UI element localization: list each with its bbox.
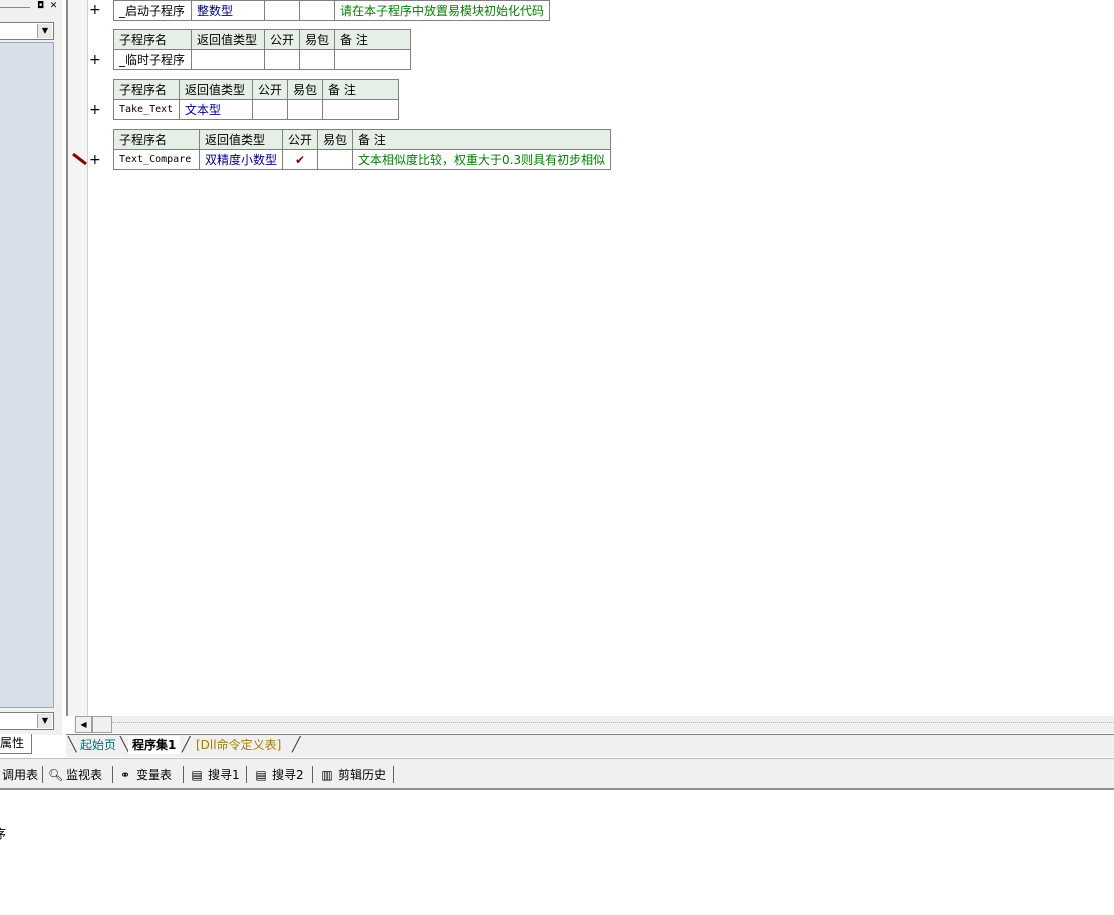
header-note: 备 注 [334,29,412,50]
property-combobox[interactable]: ▼ [0,712,54,730]
table-header-row: 子程序名 返回值类型 公开 易包 备 注 [113,79,400,100]
expand-button[interactable]: + [89,103,101,117]
chevron-down-icon[interactable]: ▼ [37,714,52,728]
horizontal-scrollbar[interactable]: ◀ [74,716,1114,733]
header-easy-pkg: 易包 [317,129,354,150]
variables-label: 变量表 [136,768,173,782]
note-cell[interactable] [334,49,412,70]
header-public: 公开 [251,79,289,100]
editor-gutter [66,0,88,716]
easy-pkg-cell[interactable] [287,99,324,120]
toolbar-separator [393,766,394,783]
sub-name-cell[interactable]: Text_Compare [113,149,200,170]
output-panel[interactable]: 序 [0,790,1114,915]
return-type-cell[interactable]: 整数型 [191,0,265,21]
sub-name-cell[interactable]: Take_Text [113,99,180,120]
easy-pkg-cell[interactable] [299,49,336,70]
toolbar-separator [183,766,184,783]
public-cell[interactable] [264,0,300,21]
header-note: 备 注 [352,129,612,150]
table-row[interactable]: Text_Compare 双精度小数型 ✔ 文本相似度比较，权重大于0.3则具有… [113,149,612,170]
header-sub-name: 子程序名 [113,29,192,50]
call-table-button[interactable]: 调用表 [2,766,38,784]
left-panel: ◘ ✕ ▼ ▼ 属性 [0,0,62,754]
header-return-type: 返回值类型 [191,29,265,50]
header-return-type: 返回值类型 [179,79,253,100]
return-type-cell[interactable]: 文本型 [179,99,253,120]
clipboard-history-button[interactable]: ▥ 剪辑历史 [320,766,386,784]
header-public: 公开 [263,29,301,50]
search-doc-icon: ▤ [191,768,203,782]
header-note: 备 注 [322,79,400,100]
table-row[interactable]: _临时子程序 [113,49,412,70]
variables-button[interactable]: ⚭ 变量表 [118,766,172,784]
magnifier-icon: 🔍︎ [48,768,64,782]
subroutine-table: _启动子程序 整数型 请在本子程序中放置易模块初始化代码 [113,0,551,21]
note-cell[interactable]: 请在本子程序中放置易模块初始化代码 [333,0,551,21]
note-cell[interactable]: 文本相似度比较，权重大于0.3则具有初步相似 [352,149,612,170]
table-header-row: 子程序名 返回值类型 公开 易包 备 注 [113,29,412,50]
call-table-label: 调用表 [2,768,39,782]
watch-table-button[interactable]: 🔍︎ 监视表 [48,766,102,784]
table-row[interactable]: _启动子程序 整数型 请在本子程序中放置易模块初始化代码 [113,0,551,21]
public-cell[interactable] [251,99,289,120]
expand-button[interactable]: + [89,53,101,67]
table-row[interactable]: Take_Text 文本型 [113,99,400,120]
header-easy-pkg: 易包 [299,29,336,50]
tab-separator: ╱ [182,737,191,753]
toolbar-separator [112,766,113,783]
left-panel-titlebar: ◘ ✕ [0,0,62,16]
header-easy-pkg: 易包 [287,79,324,100]
editor-tabbar: ╲ 起始页 ╲ 程序集1 ╱ [Dll命令定义表] ╱ [66,734,1114,757]
search1-label: 搜寻1 [208,768,240,782]
bottom-toolbar: 调用表 🔍︎ 监视表 ⚭ 变量表 ▤ 搜寻1 ▤ 搜寻2 ▥ 剪辑历史 [0,758,1114,790]
subroutine-table: 子程序名 返回值类型 公开 易包 备 注 _临时子程序 [113,29,412,70]
sub-name-cell[interactable]: _临时子程序 [113,49,192,70]
expand-button[interactable]: + [89,153,101,167]
search2-button[interactable]: ▤ 搜寻2 [254,766,304,784]
search1-button[interactable]: ▤ 搜寻1 [190,766,240,784]
clipboard-history-icon: ▥ [321,768,333,782]
subroutine-table: 子程序名 返回值类型 公开 易包 备 注 Take_Text 文本型 [113,79,400,120]
tab-properties[interactable]: 属性 [0,734,32,754]
variables-icon: ⚭ [119,768,131,782]
scroll-left-icon[interactable]: ◀ [75,716,92,733]
tab-start-page[interactable]: 起始页 [76,736,120,754]
header-public: 公开 [282,129,319,150]
chevron-down-icon[interactable]: ▼ [37,24,52,38]
tab-separator: ╱ [292,737,301,753]
search2-label: 搜寻2 [272,768,304,782]
return-type-cell[interactable] [191,49,265,70]
property-tree[interactable] [0,42,54,708]
tab-dll-table[interactable]: [Dll命令定义表] [192,736,285,754]
toolbar-separator [246,766,247,783]
easy-pkg-cell[interactable] [317,149,354,170]
toolbar-separator [312,766,313,783]
sub-name-cell[interactable]: _启动子程序 [113,0,192,21]
watch-table-label: 监视表 [66,768,103,782]
note-cell[interactable] [322,99,400,120]
close-icon[interactable]: ✕ [48,1,59,12]
object-combobox[interactable]: ▼ [0,22,54,40]
subroutine-table: 子程序名 返回值类型 公开 易包 备 注 Text_Compare 双精度小数型… [113,129,612,170]
return-type-cell[interactable]: 双精度小数型 [198,149,284,170]
scroll-thumb[interactable] [92,716,112,733]
restore-icon[interactable]: ◘ [35,1,46,12]
search-doc-icon: ▤ [255,768,267,782]
header-sub-name: 子程序名 [113,79,180,100]
tab-program-set[interactable]: 程序集1 [128,736,181,754]
toolbar-separator [42,766,43,783]
pencil-icon [72,153,87,165]
expand-button[interactable]: + [89,3,101,17]
easy-pkg-cell[interactable] [299,0,335,21]
public-checkmark-icon[interactable]: ✔ [282,149,319,170]
table-header-row: 子程序名 返回值类型 公开 易包 备 注 [113,129,612,150]
header-sub-name: 子程序名 [113,129,200,150]
clipboard-history-label: 剪辑历史 [338,768,387,782]
header-return-type: 返回值类型 [198,129,284,150]
public-cell[interactable] [263,49,301,70]
scroll-track[interactable] [112,722,1114,726]
output-text: 序 [0,827,7,841]
